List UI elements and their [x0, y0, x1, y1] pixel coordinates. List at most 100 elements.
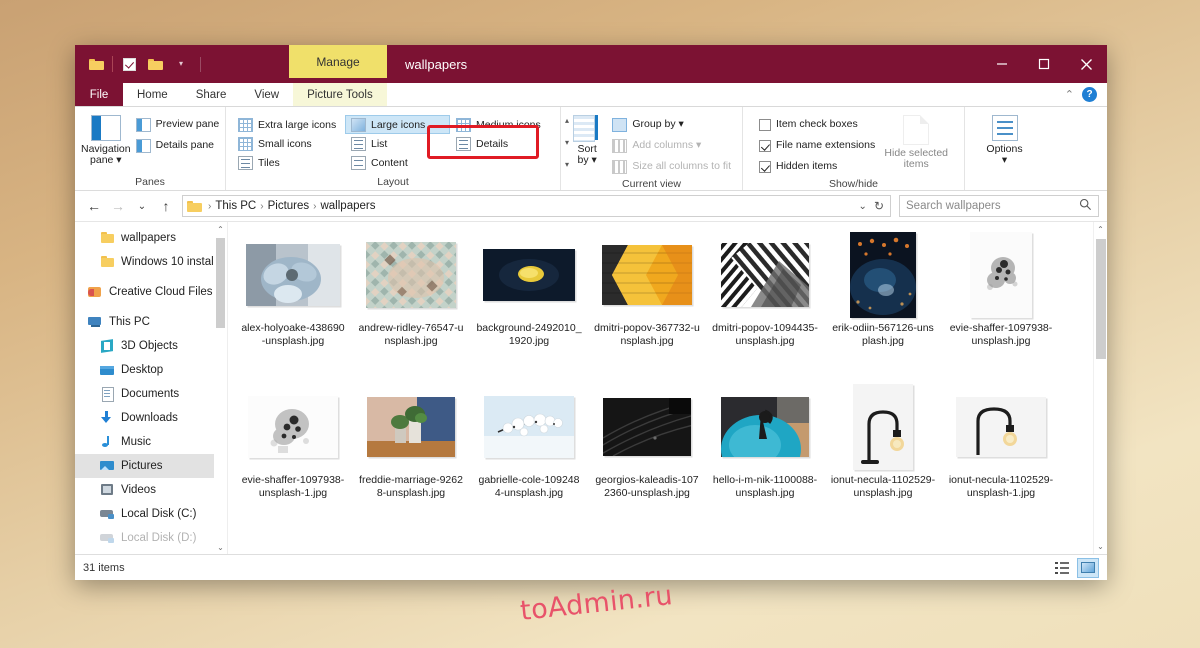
customize-qat-chevron-down-icon[interactable]: ▾	[168, 51, 194, 77]
preview-pane-button[interactable]: Preview pane	[131, 115, 225, 134]
sidebar-scrollbar[interactable]: ⌃ ⌄	[214, 222, 227, 554]
file-item[interactable]: erik-odiin-567126-unsplash.jpg	[824, 228, 942, 380]
sidebar-item-documents[interactable]: Documents	[75, 382, 227, 406]
file-item[interactable]: hello-i-m-nik-1100088-unsplash.jpg	[706, 380, 824, 532]
file-item[interactable]: evie-shaffer-1097938-unsplash-1.jpg	[234, 380, 352, 532]
options-button[interactable]: Options ▾	[975, 112, 1035, 166]
file-item[interactable]: background-2492010_1920.jpg	[470, 228, 588, 380]
close-button[interactable]	[1065, 45, 1107, 83]
file-item[interactable]: freddie-marriage-92628-unsplash.jpg	[352, 380, 470, 532]
address-dropdown-icon[interactable]: ⌄	[859, 201, 867, 212]
sort-by-label: Sort by ▾	[578, 144, 597, 166]
sidebar-scroll-down-icon[interactable]: ⌄	[214, 540, 227, 554]
layout-medium-icons[interactable]: Medium icons	[450, 115, 558, 134]
collapse-ribbon-icon[interactable]: ⌃	[1065, 88, 1074, 101]
help-icon[interactable]: ?	[1082, 87, 1097, 102]
sidebar-scroll-up-icon[interactable]: ⌃	[214, 222, 227, 236]
tab-home[interactable]: Home	[123, 83, 182, 106]
size-all-columns-button[interactable]: Size all columns to fit	[607, 157, 736, 176]
sort-by-button[interactable]: Sort by ▾	[567, 112, 607, 166]
maximize-button[interactable]	[1023, 45, 1065, 83]
layout-small-icons[interactable]: Small icons	[232, 134, 345, 153]
layout-tiles[interactable]: Tiles	[232, 153, 345, 172]
search-box[interactable]: Search wallpapers	[899, 195, 1099, 217]
file-item[interactable]: dmitri-popov-1094435-unsplash.jpg	[706, 228, 824, 380]
file-pane-scroll-thumb[interactable]	[1096, 239, 1106, 359]
layout-content[interactable]: Content	[345, 153, 450, 172]
sidebar-item-local-disk-d[interactable]: Local Disk (D:)	[75, 526, 227, 550]
file-list-pane[interactable]: alex-holyoake-438690-unsplash.jpg andrew…	[227, 222, 1107, 554]
sidebar-item-this-pc[interactable]: This PC	[75, 310, 227, 334]
navigation-pane-button[interactable]: Navigation pane ▾	[81, 112, 131, 166]
navigation-pane-label-line2: pane ▾	[90, 154, 122, 166]
breadcrumb-wallpapers[interactable]: wallpapers	[320, 200, 375, 212]
layout-details[interactable]: Details	[450, 134, 558, 153]
file-pane-scroll-down-icon[interactable]: ⌄	[1094, 539, 1107, 554]
file-item[interactable]: ionut-necula-1102529-unsplash-1.jpg	[942, 380, 1060, 532]
file-item[interactable]: ionut-necula-1102529-unsplash.jpg	[824, 380, 942, 532]
sidebar-item-local-disk-c[interactable]: Local Disk (C:)	[75, 502, 227, 526]
file-thumbnail	[970, 232, 1032, 318]
sidebar-item-desktop[interactable]: Desktop	[75, 358, 227, 382]
sidebar-item-creative-cloud-files[interactable]: Creative Cloud Files	[75, 280, 227, 304]
hidden-items-checkbox[interactable]	[759, 160, 771, 173]
item-check-boxes-option[interactable]: Item check boxes	[753, 115, 880, 134]
recent-locations-button[interactable]: ⌄	[131, 195, 153, 217]
layout-medium-icons-label: Medium icons	[476, 118, 541, 131]
file-name-extensions-option[interactable]: File name extensions	[753, 136, 880, 155]
breadcrumb-pictures[interactable]: Pictures	[268, 200, 310, 212]
sidebar-item-wallpapers[interactable]: wallpapers	[75, 226, 227, 250]
tab-picture-tools[interactable]: Picture Tools	[293, 83, 387, 106]
breadcrumb-this-pc[interactable]: This PC	[215, 200, 256, 212]
up-button[interactable]: ↑	[155, 195, 177, 217]
search-input[interactable]: Search wallpapers	[906, 200, 1001, 212]
qat-folder-icon[interactable]	[83, 51, 109, 77]
sidebar-item-videos[interactable]: Videos	[75, 478, 227, 502]
ribbon-group-panes: Navigation pane ▾ Preview pane Details p…	[75, 107, 225, 190]
file-item[interactable]: gabrielle-cole-1092484-unsplash.jpg	[470, 380, 588, 532]
new-folder-icon[interactable]	[142, 51, 168, 77]
hidden-items-option[interactable]: Hidden items	[753, 157, 880, 176]
sidebar-item-downloads[interactable]: Downloads	[75, 406, 227, 430]
search-icon	[1079, 198, 1092, 214]
tab-view[interactable]: View	[240, 83, 293, 106]
group-by-button[interactable]: Group by ▾	[607, 115, 736, 134]
layout-large-icons[interactable]: Large icons	[345, 115, 450, 134]
refresh-icon[interactable]: ↻	[874, 199, 884, 213]
hide-selected-items-button[interactable]: Hide selected items	[880, 112, 952, 170]
sidebar-item-pictures[interactable]: Pictures	[75, 454, 227, 478]
details-view-button[interactable]	[1051, 558, 1073, 578]
file-pane-scroll-up-icon[interactable]: ⌃	[1094, 222, 1107, 237]
large-icons-view-button[interactable]	[1077, 557, 1099, 578]
file-item[interactable]: alex-holyoake-438690-unsplash.jpg	[234, 228, 352, 380]
thumbnail-wrap	[479, 384, 579, 470]
breadcrumb-bar[interactable]: › This PC › Pictures › wallpapers ⌄ ↻	[182, 195, 891, 217]
file-pane-scrollbar[interactable]: ⌃ ⌄	[1093, 222, 1107, 554]
details-pane-button[interactable]: Details pane	[131, 136, 225, 155]
sidebar-scroll-thumb[interactable]	[216, 238, 225, 328]
tab-share[interactable]: Share	[182, 83, 241, 106]
ribbon-group-options: Options ▾	[964, 107, 1044, 190]
add-columns-button[interactable]: Add columns ▾	[607, 136, 736, 155]
forward-button[interactable]: →	[107, 195, 129, 217]
file-item[interactable]: georgios-kaleadis-1072360-unsplash.jpg	[588, 380, 706, 532]
file-item[interactable]: andrew-ridley-76547-unsplash.jpg	[352, 228, 470, 380]
minimize-button[interactable]	[981, 45, 1023, 83]
properties-checkbox-icon[interactable]	[116, 51, 142, 77]
layout-extra-large-icons[interactable]: Extra large icons	[232, 115, 345, 134]
item-count-label: 31 items	[83, 561, 125, 574]
sidebar-item-music[interactable]: Music	[75, 430, 227, 454]
tiles-icon	[238, 155, 253, 170]
tab-file[interactable]: File	[75, 83, 123, 106]
file-item[interactable]: evie-shaffer-1097938-unsplash.jpg	[942, 228, 1060, 380]
sidebar-item-windows-10-install[interactable]: Windows 10 install	[75, 250, 227, 274]
file-item[interactable]: dmitri-popov-367732-unsplash.jpg	[588, 228, 706, 380]
sidebar-item-3d-objects[interactable]: 3D Objects	[75, 334, 227, 358]
file-name-extensions-checkbox[interactable]	[759, 139, 771, 152]
thumbnail-wrap	[361, 232, 461, 318]
item-check-boxes-checkbox[interactable]	[759, 118, 771, 131]
contextual-tab-manage[interactable]: Manage	[289, 45, 387, 78]
layout-list[interactable]: List	[345, 134, 450, 153]
back-button[interactable]: ←	[83, 195, 105, 217]
watermark: toAdmin.ru	[519, 580, 674, 627]
